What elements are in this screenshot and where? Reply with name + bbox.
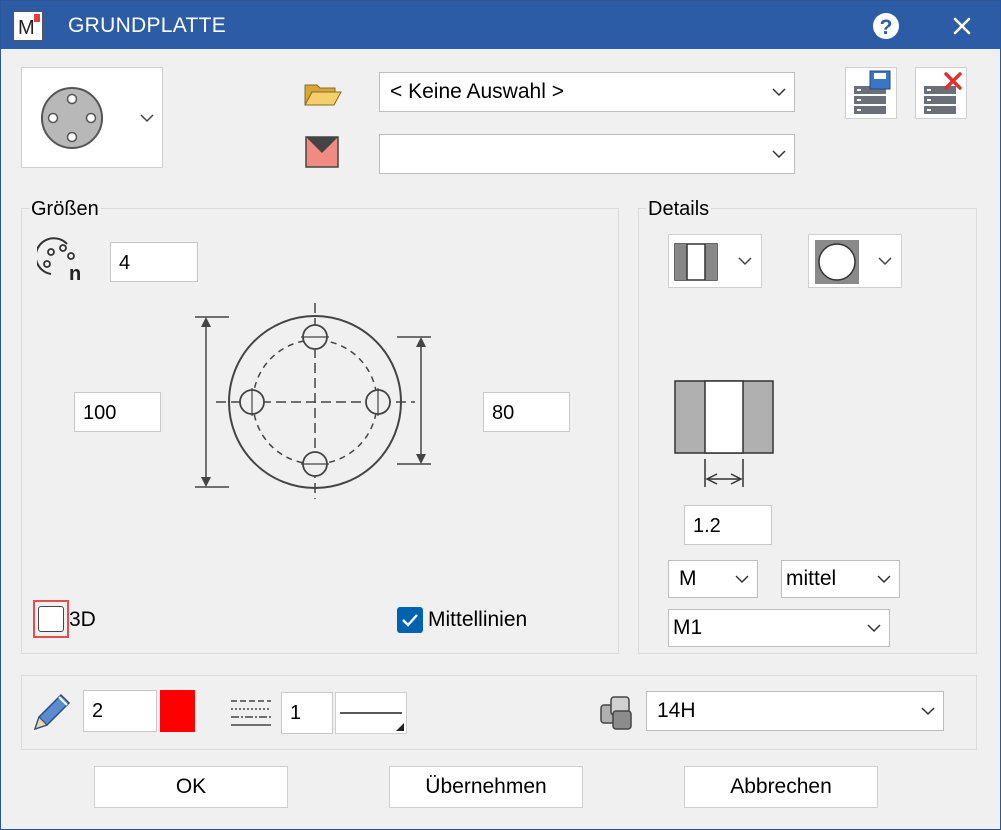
line-type-icon (229, 695, 273, 731)
bolt-circle-input[interactable]: 80 (483, 392, 570, 432)
material-select[interactable]: M (668, 560, 758, 598)
delete-from-database-button[interactable] (915, 67, 967, 119)
details-group-label: Details (646, 198, 712, 221)
sizes-group-label: Größen (29, 198, 101, 221)
template-select-value: < Keine Auswahl > (390, 80, 564, 103)
chevron-down-icon (772, 150, 786, 159)
centerlines-label: Mittellinien (428, 608, 528, 631)
line-style-icon (340, 712, 404, 731)
cancel-button[interactable]: Abbrechen (684, 766, 878, 808)
pen-thickness-input[interactable]: 2 (83, 690, 157, 732)
svg-text:?: ? (880, 16, 893, 39)
folder-open-icon[interactable] (303, 79, 343, 109)
attribute-icon[interactable] (305, 136, 339, 168)
shape-type-selector[interactable] (808, 234, 902, 288)
plate-section-icon (674, 243, 752, 281)
hole-count-icon: n (34, 236, 89, 285)
window-title: GRUNDPLATTE (68, 14, 227, 37)
shape-preview-selector[interactable] (21, 67, 163, 168)
svg-text:M: M (18, 17, 35, 39)
plate-diameter-input[interactable]: 100 (74, 392, 161, 432)
layer-select[interactable]: 14H (646, 691, 944, 731)
threed-checkbox[interactable] (38, 606, 64, 632)
pen-color-swatch[interactable] (160, 690, 195, 732)
thickness-diagram (673, 379, 777, 491)
checkmark-icon (402, 614, 418, 627)
database-delete-icon (924, 72, 962, 114)
app-logo-icon: M (13, 11, 43, 41)
apply-button[interactable]: Übernehmen (389, 766, 583, 808)
base-plate-dimension-diagram (191, 301, 441, 501)
save-to-database-button[interactable] (845, 67, 897, 119)
help-icon[interactable]: ? (869, 9, 903, 43)
base-plate-preview-icon (41, 87, 154, 149)
pen-icon[interactable] (29, 689, 75, 735)
attribute-select[interactable] (379, 134, 795, 174)
chevron-down-icon (877, 575, 891, 584)
hole-count-input[interactable]: 4 (110, 242, 198, 282)
ok-button[interactable]: OK (94, 766, 288, 808)
bolt-type-select[interactable]: M1 (668, 609, 890, 647)
chevron-down-icon (735, 575, 749, 584)
chevron-down-icon (921, 707, 935, 716)
bolt-type-select-value: M1 (673, 616, 703, 639)
layer-icon[interactable] (597, 693, 637, 733)
centerlines-checkbox[interactable] (397, 607, 423, 633)
database-save-icon (854, 70, 891, 114)
circle-shape-icon (815, 240, 892, 284)
grundplatte-dialog: M GRUNDPLATTE ? < Keine Auswahl > Größen… (0, 0, 1001, 830)
chevron-down-icon (867, 624, 881, 633)
threed-label: 3D (69, 608, 96, 631)
quality-select[interactable]: mittel (781, 560, 900, 598)
chevron-down-icon (772, 88, 786, 97)
template-select[interactable]: < Keine Auswahl > (379, 72, 795, 112)
section-type-selector[interactable] (668, 234, 762, 288)
line-style-selector[interactable] (335, 692, 407, 734)
close-icon[interactable] (945, 9, 979, 43)
layer-select-value: 14H (657, 699, 696, 722)
title-bar[interactable]: M GRUNDPLATTE ? (1, 1, 1000, 49)
quality-select-value: mittel (786, 567, 837, 590)
material-select-value: M (679, 567, 697, 590)
thickness-input[interactable]: 1.2 (684, 505, 772, 545)
line-type-input[interactable]: 1 (281, 692, 333, 734)
svg-text:n: n (69, 263, 81, 284)
